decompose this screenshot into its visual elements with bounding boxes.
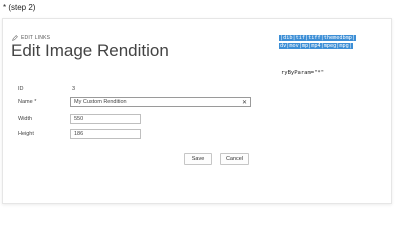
height-input-value: 186 xyxy=(74,131,84,137)
id-value: 3 xyxy=(72,86,76,92)
name-input[interactable]: My Custom Rendition ✕ xyxy=(70,97,251,107)
code-snippet: |dib|tif|tiff|themedbmp| dv|mov|mp|mp4|m… xyxy=(279,34,365,50)
page-title: Edit Image Rendition xyxy=(11,41,169,60)
height-input[interactable]: 186 xyxy=(70,129,141,139)
width-input-value: 550 xyxy=(74,116,84,122)
width-input[interactable]: 550 xyxy=(70,114,141,124)
step-caption: * (step 2) xyxy=(3,3,36,12)
height-label: Height xyxy=(18,131,34,137)
code-line-1: |dib|tif|tiff|themedbmp| xyxy=(279,35,356,41)
cancel-button[interactable]: Cancel xyxy=(220,153,249,165)
name-input-value: My Custom Rendition xyxy=(74,99,127,105)
width-label: Width xyxy=(18,116,33,122)
save-button[interactable]: Save xyxy=(184,153,212,165)
clear-icon[interactable]: ✕ xyxy=(242,98,247,106)
code-line-2: dv|mov|mp|mp4|mpeg|mpg| xyxy=(279,43,353,49)
name-label: Name * xyxy=(18,99,37,105)
code-line-3: ryByParam="*" xyxy=(281,70,325,76)
id-label: ID xyxy=(18,86,24,92)
